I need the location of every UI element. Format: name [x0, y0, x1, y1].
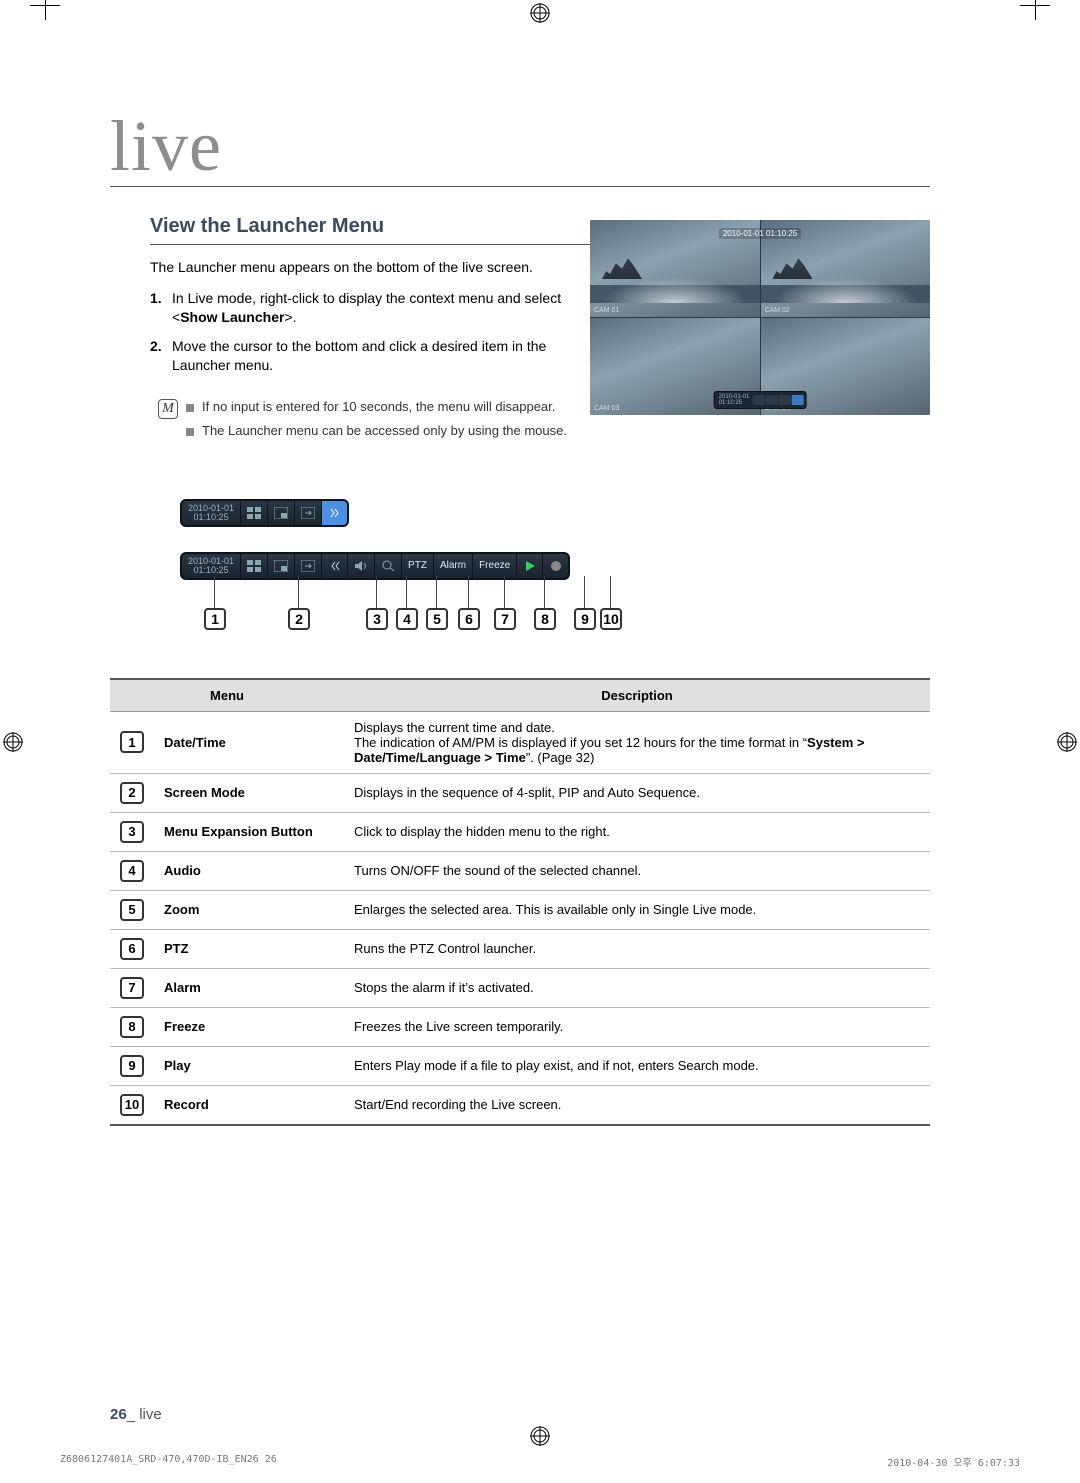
cam-label: CAM 03	[594, 405, 619, 412]
preview-timestamp: 2010-01-01 01:10:25	[719, 228, 801, 239]
reg-mark-top	[529, 2, 551, 24]
row-number: 8	[120, 1016, 144, 1038]
alarm-button[interactable]: Alarm	[433, 554, 472, 578]
row-desc: Runs the PTZ Control launcher.	[344, 929, 930, 968]
callout-num: 2	[288, 608, 310, 630]
menu-table: Menu Description 1 Date/TimeDisplays the …	[110, 678, 930, 1126]
note-text: If no input is entered for 10 seconds, t…	[202, 399, 555, 414]
audio-icon[interactable]	[347, 554, 374, 578]
table-row: 8 FreezeFreezes the Live screen temporari…	[110, 1007, 930, 1046]
callout-num: 7	[494, 608, 516, 630]
launcher-bar-collapsed: 2010-01-0101:10:25	[180, 499, 349, 527]
callout-num: 8	[534, 608, 556, 630]
row-name: PTZ	[154, 929, 344, 968]
callout-num: 3	[366, 608, 388, 630]
table-row: 4 AudioTurns ON/OFF the sound of the sele…	[110, 851, 930, 890]
table-row: 10 RecordStart/End recording the Live scr…	[110, 1085, 930, 1125]
row-desc: Click to display the hidden menu to the …	[344, 812, 930, 851]
table-row: 2 Screen ModeDisplays in the sequence of …	[110, 773, 930, 812]
zoom-icon[interactable]	[374, 554, 401, 578]
row-name: Screen Mode	[154, 773, 344, 812]
callout-num: 6	[458, 608, 480, 630]
step-text: In Live mode, right-click to display the…	[172, 289, 570, 327]
row-number: 7	[120, 977, 144, 999]
row-name: Record	[154, 1085, 344, 1125]
reg-mark-left	[2, 731, 24, 753]
step-number: 1.	[150, 289, 172, 327]
note-text: The Launcher menu can be accessed only b…	[202, 423, 567, 438]
row-number: 2	[120, 782, 144, 804]
pip-icon[interactable]	[267, 554, 294, 578]
callout-num: 9	[574, 608, 596, 630]
crop-mark	[30, 0, 60, 20]
cam-label: CAM 02	[765, 307, 790, 314]
table-row: 5 ZoomEnlarges the selected area. This is…	[110, 890, 930, 929]
record-button[interactable]	[542, 554, 568, 578]
row-number: 9	[120, 1055, 144, 1077]
reg-mark-right	[1056, 731, 1078, 753]
expand-button[interactable]	[321, 501, 347, 525]
row-number: 6	[120, 938, 144, 960]
live-preview: CAM 01 CAM 02 CAM 03 CAM 04 2010-01-01 0…	[590, 220, 930, 415]
row-desc: Stops the alarm if it’s activated.	[344, 968, 930, 1007]
row-desc: Displays in the sequence of 4-split, PIP…	[344, 773, 930, 812]
row-name: Play	[154, 1046, 344, 1085]
bullet-icon	[186, 404, 194, 412]
cam-label: CAM 01	[594, 307, 619, 314]
callout-num: 4	[396, 608, 418, 630]
bullet-icon	[186, 428, 194, 436]
row-name: Zoom	[154, 890, 344, 929]
crop-mark	[1020, 0, 1050, 20]
table-row: 3 Menu Expansion ButtonClick to display t…	[110, 812, 930, 851]
row-number: 4	[120, 860, 144, 882]
row-desc: Enters Play mode if a file to play exist…	[344, 1046, 930, 1085]
reg-mark-bottom	[529, 1425, 551, 1447]
preview-launcher-bar: 2010-01-0101:10:25	[714, 391, 807, 409]
chapter-title: live	[110, 110, 930, 187]
row-number: 5	[120, 899, 144, 921]
row-number: 10	[120, 1094, 144, 1116]
play-button[interactable]	[516, 554, 542, 578]
callout-num: 5	[426, 608, 448, 630]
callout-num: 10	[600, 608, 622, 630]
th-menu: Menu	[110, 679, 344, 712]
note-icon: M	[158, 399, 178, 419]
ptz-button[interactable]: PTZ	[401, 554, 433, 578]
step-number: 2.	[150, 337, 172, 375]
launcher-datetime: 2010-01-0101:10:25	[182, 554, 240, 578]
page-footer: 26_ live	[110, 1406, 162, 1423]
row-name: Freeze	[154, 1007, 344, 1046]
callout-row: 1 2 3 4 5 6 7 8 9 10	[180, 590, 930, 660]
row-desc: Enlarges the selected area. This is avai…	[344, 890, 930, 929]
print-footer: Z6806127401A_SRD-470,470D-IB_EN26 26 201…	[60, 1454, 1020, 1469]
table-row: 1 Date/TimeDisplays the current time and …	[110, 711, 930, 773]
launcher-datetime: 2010-01-0101:10:25	[182, 501, 240, 525]
split4-icon[interactable]	[240, 554, 267, 578]
row-desc: Freezes the Live screen temporarily.	[344, 1007, 930, 1046]
row-desc: Start/End recording the Live screen.	[344, 1085, 930, 1125]
callout-num: 1	[204, 608, 226, 630]
row-number: 3	[120, 821, 144, 843]
row-name: Menu Expansion Button	[154, 812, 344, 851]
row-desc: Displays the current time and date. The …	[344, 711, 930, 773]
autoseq-icon[interactable]	[294, 554, 321, 578]
collapse-button[interactable]	[321, 554, 347, 578]
row-desc: Turns ON/OFF the sound of the selected c…	[344, 851, 930, 890]
row-name: Date/Time	[154, 711, 344, 773]
table-row: 7 AlarmStops the alarm if it’s activated.	[110, 968, 930, 1007]
freeze-button[interactable]: Freeze	[472, 554, 516, 578]
table-row: 9 PlayEnters Play mode if a file to play …	[110, 1046, 930, 1085]
table-row: 6 PTZRuns the PTZ Control launcher.	[110, 929, 930, 968]
row-number: 1	[120, 731, 144, 753]
row-name: Audio	[154, 851, 344, 890]
th-desc: Description	[344, 679, 930, 712]
step-text: Move the cursor to the bottom and click …	[172, 337, 570, 375]
row-name: Alarm	[154, 968, 344, 1007]
split4-icon[interactable]	[240, 501, 267, 525]
pip-icon[interactable]	[267, 501, 294, 525]
autoseq-icon[interactable]	[294, 501, 321, 525]
